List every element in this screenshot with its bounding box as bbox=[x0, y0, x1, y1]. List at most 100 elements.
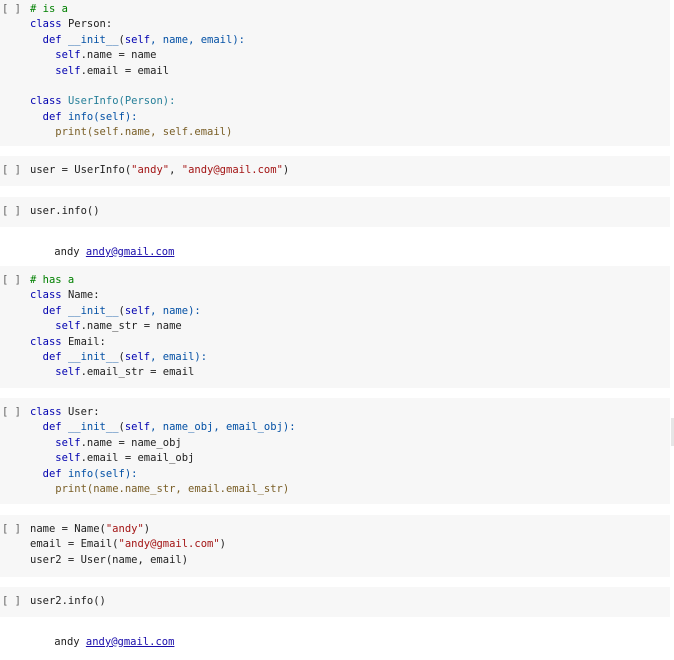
cell-output: andy andy@gmail.com bbox=[29, 624, 174, 660]
code-token: self bbox=[30, 64, 81, 77]
code-editor[interactable]: user = UserInfo("andy", "andy@gmail.com"… bbox=[30, 163, 289, 178]
code-line: def __init__(self, email): bbox=[30, 350, 207, 365]
code-token: .name = name bbox=[80, 49, 157, 62]
code-token: class bbox=[30, 95, 68, 108]
code-token: class bbox=[30, 335, 68, 348]
code-token: self bbox=[30, 49, 81, 62]
code-token: .email = email_obj bbox=[80, 452, 195, 465]
code-line: self.name = name bbox=[30, 48, 245, 63]
code-token: self bbox=[30, 366, 81, 379]
code-editor[interactable]: user2.info() bbox=[30, 594, 106, 609]
email-link[interactable]: andy@gmail.com bbox=[86, 636, 175, 648]
cell-prompt[interactable]: [ ] bbox=[2, 205, 21, 217]
code-editor[interactable]: # has a class Name: def __init__(self, na… bbox=[30, 273, 207, 381]
code-line: name = Name("andy") bbox=[30, 522, 226, 537]
email-link[interactable]: andy@gmail.com bbox=[86, 246, 175, 258]
cell-prompt[interactable]: [ ] bbox=[2, 3, 21, 15]
code-line: self.name_str = name bbox=[30, 319, 207, 334]
code-token: .name_str = name bbox=[80, 320, 182, 333]
code-line: print(name.name_str, email.email_str) bbox=[30, 482, 296, 497]
code-token: print bbox=[30, 482, 87, 495]
code-editor[interactable]: name = Name("andy") email = Email("andy@g… bbox=[30, 522, 226, 568]
code-token: info(self): bbox=[67, 467, 138, 480]
code-token: Person: bbox=[67, 18, 113, 31]
cell-prompt[interactable]: [ ] bbox=[2, 274, 21, 286]
code-token: # is a bbox=[30, 3, 68, 15]
code-token: , bbox=[169, 164, 182, 176]
code-token: "andy" bbox=[131, 164, 170, 176]
code-line: user2 = User(name, email) bbox=[30, 553, 226, 568]
code-line: class UserInfo(Person): bbox=[30, 94, 245, 109]
code-line: class Email: bbox=[30, 335, 207, 350]
code-line: def info(self): bbox=[30, 110, 245, 125]
cell-prompt[interactable]: [ ] bbox=[2, 406, 21, 418]
cell-prompt[interactable]: [ ] bbox=[2, 164, 21, 176]
code-editor[interactable]: class User: def __init__(self, name_obj,… bbox=[30, 405, 296, 497]
code-token: __init__ bbox=[67, 33, 119, 46]
code-token: class bbox=[30, 289, 68, 302]
code-token: print bbox=[30, 126, 87, 139]
code-line: class Name: bbox=[30, 288, 207, 303]
code-token: self bbox=[124, 33, 151, 46]
code-token: def bbox=[30, 350, 68, 363]
code-token: user = UserInfo( bbox=[30, 164, 132, 176]
cell-output: andy andy@gmail.com bbox=[29, 234, 174, 270]
code-token: "andy" bbox=[105, 523, 144, 535]
code-token: .email = email bbox=[80, 64, 170, 77]
code-token: # has a bbox=[30, 274, 75, 286]
code-line: self.name = name_obj bbox=[30, 436, 296, 451]
code-line: self.email = email_obj bbox=[30, 451, 296, 466]
code-token: def bbox=[30, 421, 68, 434]
code-token: self bbox=[124, 304, 151, 317]
code-line: self.email = email bbox=[30, 64, 245, 79]
code-line: self.email_str = email bbox=[30, 365, 207, 380]
code-editor[interactable]: user.info() bbox=[30, 204, 100, 219]
code-cell-2[interactable]: [ ] user = UserInfo("andy", "andy@gmail.… bbox=[0, 156, 670, 186]
code-token: def bbox=[30, 304, 68, 317]
code-editor[interactable]: # is a class Person: def __init__(self, n… bbox=[30, 2, 245, 141]
code-cell-1[interactable]: [ ] # is a class Person: def __init__(sel… bbox=[0, 0, 670, 146]
code-token: "andy@gmail.com" bbox=[118, 538, 220, 551]
code-token: Name: bbox=[67, 289, 100, 302]
code-token: def bbox=[30, 33, 68, 46]
code-token: email = Email( bbox=[30, 538, 119, 551]
code-token: class bbox=[30, 406, 68, 418]
code-token: ) bbox=[143, 523, 151, 535]
code-line: class Person: bbox=[30, 17, 245, 32]
code-token: class bbox=[30, 18, 68, 31]
cell-prompt[interactable]: [ ] bbox=[2, 523, 21, 535]
code-cell-6[interactable]: [ ] name = Name("andy") email = Email("an… bbox=[0, 515, 670, 577]
code-token: self bbox=[30, 320, 81, 333]
code-token: UserInfo(Person): bbox=[67, 95, 176, 108]
code-cell-5[interactable]: [ ] class User: def __init__(self, name_… bbox=[0, 398, 670, 504]
code-token: ) bbox=[282, 164, 290, 176]
cell-prompt[interactable]: [ ] bbox=[2, 595, 21, 607]
code-token: ) bbox=[219, 538, 226, 551]
output-text: andy bbox=[54, 246, 86, 258]
code-cell-4[interactable]: [ ] # has a class Name: def __init__(self… bbox=[0, 266, 670, 388]
code-line: # is a bbox=[30, 2, 245, 17]
code-cell-3[interactable]: [ ] user.info() bbox=[0, 197, 670, 227]
code-token: .email_str = email bbox=[80, 366, 195, 379]
code-line: def __init__(self, name): bbox=[30, 304, 207, 319]
code-token: , email): bbox=[150, 350, 208, 363]
code-line: user = UserInfo("andy", "andy@gmail.com"… bbox=[30, 163, 289, 178]
code-line: user.info() bbox=[30, 204, 100, 219]
code-token: name = Name( bbox=[30, 523, 106, 535]
code-cell-7[interactable]: [ ] user2.info() bbox=[0, 587, 670, 617]
code-token: "andy@gmail.com" bbox=[181, 164, 283, 176]
code-line: def __init__(self, name, email): bbox=[30, 33, 245, 48]
code-line: email = Email("andy@gmail.com") bbox=[30, 537, 226, 552]
code-token: __init__ bbox=[67, 421, 119, 434]
code-token: self bbox=[30, 436, 81, 449]
code-line: def info(self): bbox=[30, 467, 296, 482]
code-token: Email: bbox=[67, 335, 106, 348]
code-token: self bbox=[30, 452, 81, 465]
output-text: andy bbox=[54, 636, 86, 648]
code-token: , name): bbox=[150, 304, 201, 317]
code-token: user.info() bbox=[30, 205, 100, 217]
code-token: (name.name_str, email.email_str) bbox=[86, 482, 290, 495]
code-token: def bbox=[30, 467, 68, 480]
code-token: info(self): bbox=[67, 110, 138, 123]
